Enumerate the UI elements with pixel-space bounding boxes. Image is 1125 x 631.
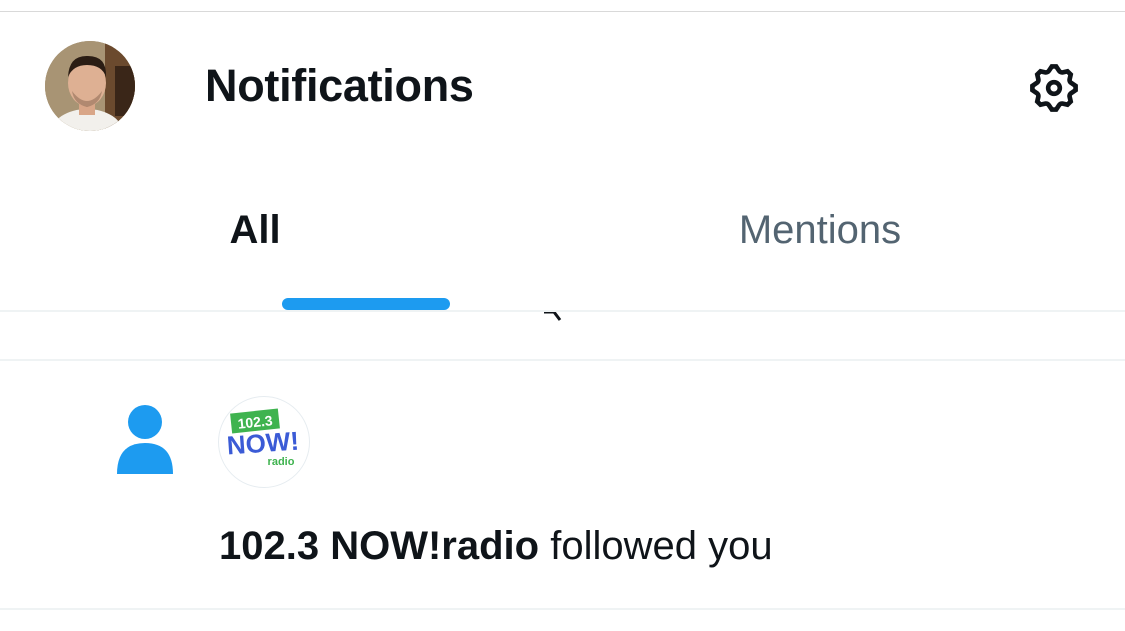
top-divider <box>0 11 1125 12</box>
follower-name[interactable]: 102.3 NOW!radio <box>219 524 539 568</box>
logo-radio: radio <box>268 456 295 468</box>
notification-text: 102.3 NOW!radio followed you <box>219 524 773 569</box>
notifications-page: Notifications All Mentions 102.3 NOW! ra… <box>0 0 1125 631</box>
avatar-photo <box>45 41 135 131</box>
tab-all[interactable]: All <box>180 208 330 268</box>
scrolled-off-row <box>0 312 1125 360</box>
follower-avatar[interactable]: 102.3 NOW! radio <box>218 396 310 488</box>
user-avatar[interactable] <box>45 41 135 131</box>
gear-icon <box>1030 64 1078 112</box>
row-divider <box>0 359 1125 361</box>
row-divider <box>0 608 1125 610</box>
page-title: Notifications <box>205 60 474 111</box>
person-icon <box>117 405 173 474</box>
follow-notification[interactable] <box>0 362 1125 608</box>
clipped-text-fragment <box>544 312 562 321</box>
active-tab-indicator <box>282 298 450 310</box>
radio-logo: 102.3 NOW! radio <box>226 408 300 468</box>
notification-action: followed you <box>550 524 773 568</box>
settings-button[interactable] <box>1026 60 1082 116</box>
tab-mentions[interactable]: Mentions <box>650 208 990 268</box>
